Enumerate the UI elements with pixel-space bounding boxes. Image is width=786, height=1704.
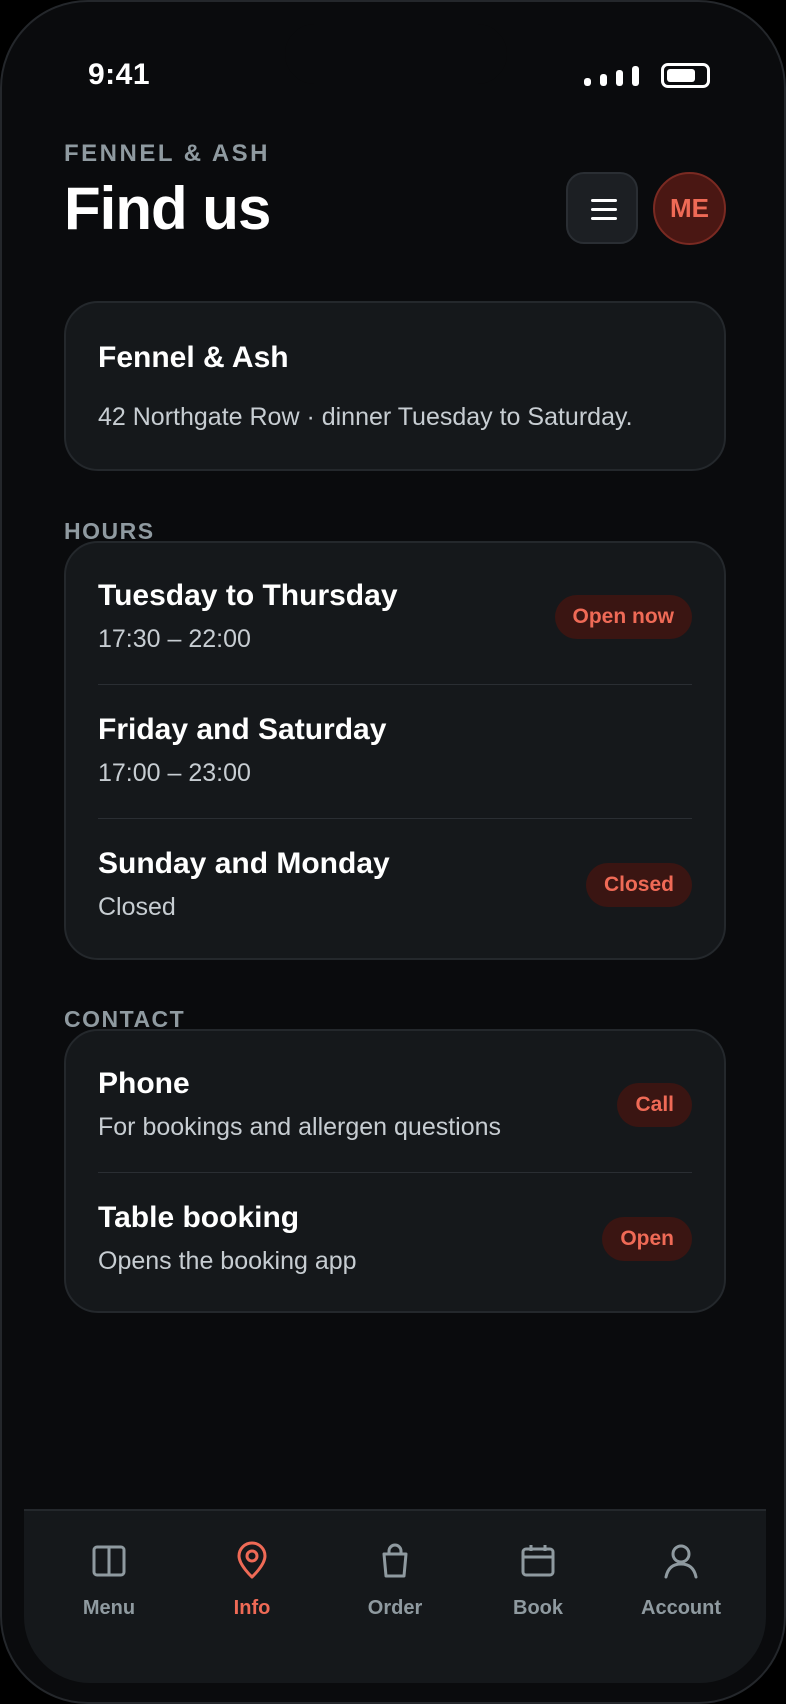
battery-icon: [661, 63, 710, 88]
book-icon: [92, 1545, 126, 1577]
hours-row-time: 17:30 – 22:00: [98, 625, 251, 653]
contact-row-title: Phone: [98, 1067, 190, 1100]
tab-book[interactable]: Book: [478, 1541, 598, 1631]
calendar-icon: [521, 1545, 555, 1577]
hours-row-title: Tuesday to Thursday: [98, 579, 398, 612]
bottom-tab-bar: Menu Info Order Book Account: [24, 1509, 766, 1683]
person-icon: [664, 1544, 698, 1579]
bag-icon: [382, 1543, 408, 1578]
hours-row: Tuesday to Thursday 17:30 – 22:00 Open n…: [66, 543, 724, 677]
tab-label: Book: [513, 1597, 563, 1619]
hours-row-time: 17:00 – 23:00: [98, 759, 251, 787]
contact-card: Phone For bookings and allergen question…: [64, 1029, 726, 1313]
hours-row-time: Closed: [98, 893, 176, 921]
brand-label: FENNEL & ASH: [64, 140, 271, 167]
open-booking-button[interactable]: Open: [602, 1217, 692, 1261]
location-pin-icon: [237, 1541, 267, 1579]
call-button[interactable]: Call: [617, 1083, 692, 1127]
hours-row: Sunday and Monday Closed Closed: [66, 811, 724, 945]
contact-row-subtitle: Opens the booking app: [98, 1247, 357, 1275]
dynamic-island: [285, 24, 507, 84]
page-title: Find us: [64, 175, 271, 242]
tab-label: Order: [367, 1597, 423, 1619]
closed-badge: Closed: [585, 863, 692, 907]
menu-button[interactable]: [566, 172, 638, 244]
status-time: 9:41: [88, 58, 151, 91]
contact-row-title: Table booking: [98, 1201, 300, 1234]
restaurant-name: Fennel & Ash: [98, 341, 289, 374]
contact-row-booking: Table booking Opens the booking app Open: [66, 1165, 724, 1299]
avatar[interactable]: ME: [653, 172, 726, 245]
hours-card: Tuesday to Thursday 17:30 – 22:00 Open n…: [64, 541, 726, 960]
tab-label: Info: [233, 1597, 271, 1619]
signal-icon: [584, 66, 640, 86]
tab-info[interactable]: Info: [192, 1541, 312, 1631]
contact-row-phone: Phone For bookings and allergen question…: [66, 1031, 724, 1165]
contact-row-subtitle: For bookings and allergen questions: [98, 1113, 502, 1141]
open-now-badge: Open now: [554, 595, 692, 639]
tab-order[interactable]: Order: [335, 1541, 455, 1631]
hours-row-title: Sunday and Monday: [98, 847, 390, 880]
restaurant-description: 42 Northgate Row · dinner Tuesday to Sat…: [98, 403, 633, 431]
tab-account[interactable]: Account: [621, 1541, 741, 1631]
hours-row-title: Friday and Saturday: [98, 713, 387, 746]
tab-menu[interactable]: Menu: [49, 1541, 169, 1631]
phone-screen: 9:41 FENNEL & ASH Find us ME Fennel & As…: [0, 0, 786, 1704]
restaurant-card: Fennel & Ash 42 Northgate Row · dinner T…: [64, 301, 726, 471]
tab-label: Menu: [82, 1597, 136, 1619]
tab-label: Account: [641, 1597, 721, 1619]
hours-row: Friday and Saturday 17:00 – 23:00: [66, 677, 724, 811]
